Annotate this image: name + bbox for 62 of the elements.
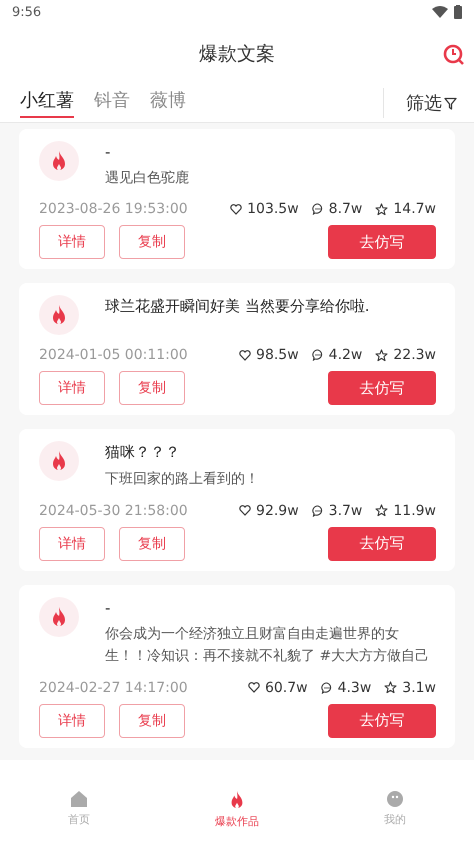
comment-icon	[312, 504, 324, 517]
platform-tab[interactable]: 小红薯	[20, 88, 74, 118]
like-count: 98.5w	[256, 347, 299, 364]
search-icon[interactable]	[443, 44, 465, 66]
post-title: 球兰花盛开瞬间好美 当然要分享给你啦.	[105, 297, 371, 316]
comment-icon	[312, 203, 324, 216]
like-count: 60.7w	[264, 680, 308, 696]
star-icon	[384, 681, 398, 694]
post-button[interactable]: 详情	[39, 526, 105, 561]
post-button[interactable]: 详情	[39, 225, 105, 260]
favorite-count: 3.1w	[402, 680, 436, 696]
post-button[interactable]: 复制	[119, 225, 185, 260]
like-count: 92.9w	[256, 502, 299, 519]
heart-icon	[239, 350, 252, 361]
wifi-icon	[432, 6, 448, 18]
face-icon	[386, 790, 404, 808]
post-button[interactable]: 复制	[119, 526, 185, 561]
nav-tab[interactable]: 首页	[0, 786, 158, 844]
post-text: 你会成为一个经济独立且财富自由走遍世界的女生！！冷知识：再不接就不礼貌了 #大大方方做自己	[105, 624, 430, 666]
rewrite-button[interactable]: 去仿写	[328, 371, 436, 406]
post-date: 2024-05-30 21:58:00	[39, 502, 188, 519]
battery-icon	[454, 5, 462, 19]
favorite-count: 11.9w	[393, 502, 436, 519]
post-date: 2024-01-05 00:11:00	[39, 347, 188, 364]
heart-icon	[239, 505, 252, 516]
comment-count: 4.2w	[328, 347, 362, 364]
home-icon	[70, 790, 88, 808]
favorite-count: 14.7w	[393, 201, 436, 218]
comment-icon	[312, 349, 324, 362]
post-button[interactable]: 复制	[119, 704, 185, 738]
post-text: 遇见白色驼鹿	[105, 169, 190, 188]
comment-count: 3.7w	[328, 502, 362, 519]
heart-icon	[230, 204, 242, 215]
star-icon	[375, 202, 388, 216]
nav-tab[interactable]: 爆款作品	[158, 786, 316, 844]
post-title: 猫咪？？？	[105, 443, 181, 462]
filter-button[interactable]: 筛选	[383, 88, 474, 118]
star-icon	[375, 348, 388, 362]
post-title: -	[105, 598, 112, 617]
comment-count: 8.7w	[328, 201, 362, 218]
heart-icon	[248, 682, 260, 694]
like-count: 103.5w	[247, 201, 299, 218]
platform-tab[interactable]: 钭音	[94, 88, 130, 118]
post-button[interactable]: 复制	[119, 371, 185, 406]
rewrite-button[interactable]: 去仿写	[328, 704, 436, 738]
page-title: 爆款文案	[199, 42, 275, 67]
rewrite-button[interactable]: 去仿写	[328, 526, 436, 561]
favorite-count: 22.3w	[393, 347, 436, 364]
nav-tab[interactable]: 我的	[316, 786, 474, 844]
post-title: -	[105, 143, 112, 161]
post-date: 2023-08-26 19:53:00	[39, 201, 188, 218]
comment-icon	[320, 682, 333, 694]
post-button[interactable]: 详情	[39, 371, 105, 406]
post-date: 2024-02-27 14:17:00	[39, 680, 188, 696]
comment-count: 4.3w	[338, 680, 372, 696]
platform-tab[interactable]: 薇博	[150, 88, 186, 118]
rewrite-button[interactable]: 去仿写	[328, 225, 436, 260]
status-time: 9:56	[12, 4, 42, 20]
filter-icon	[444, 96, 457, 110]
post-button[interactable]: 详情	[39, 704, 105, 738]
star-icon	[375, 504, 388, 518]
post-text: 下班回家的路上看到的！	[105, 470, 260, 490]
